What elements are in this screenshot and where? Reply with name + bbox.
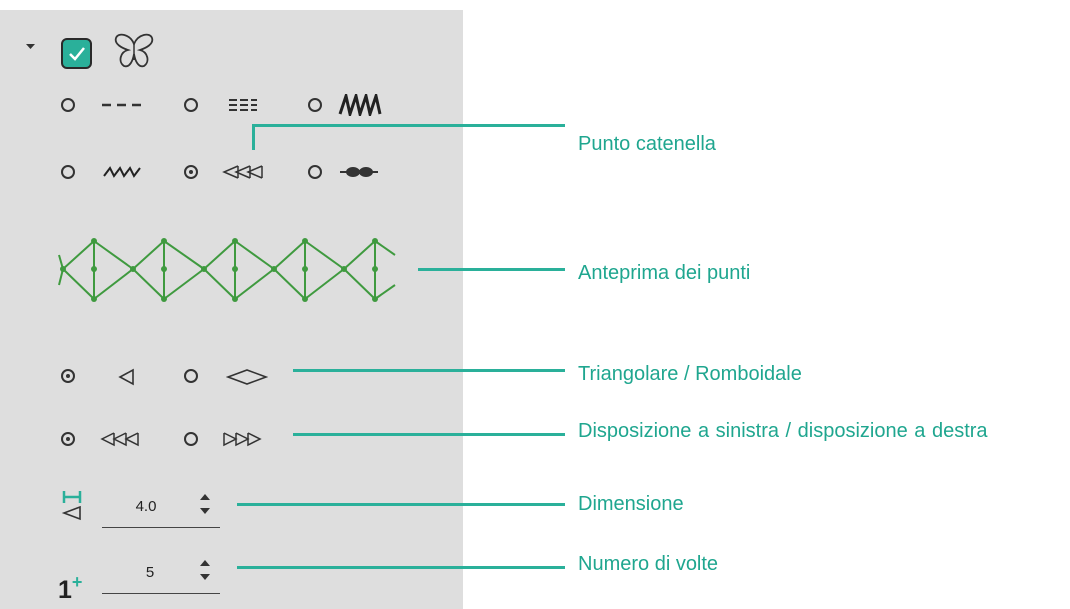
collapse-arrow-icon[interactable] — [25, 42, 37, 52]
times-icon-plus: + — [71, 572, 83, 592]
radio-bean-stitch[interactable] — [308, 165, 322, 179]
arrange-left-icon — [100, 432, 139, 447]
times-icon: 1+ — [58, 567, 82, 605]
butterfly-icon — [114, 33, 154, 68]
callout-arrangement: Disposizione a sinistra / disposizione a… — [578, 420, 988, 442]
callout-line-arrangement — [293, 433, 565, 436]
radio-rhomboid[interactable] — [184, 369, 198, 383]
times-field-underline — [102, 593, 220, 594]
stitch-settings-panel: 4.0 1+ 5 — [0, 10, 463, 609]
callout-line-chain — [253, 124, 565, 127]
enable-checkbox[interactable] — [61, 38, 92, 69]
zigzag-stitch-icon — [103, 166, 141, 178]
rhomboid-icon — [226, 369, 268, 385]
size-down-icon — [200, 508, 210, 514]
times-down-icon — [200, 574, 210, 580]
times-spinner[interactable] — [198, 556, 212, 586]
callout-line-shape — [293, 369, 565, 372]
callout-line-chain-drop — [252, 124, 255, 150]
callout-chain-stitch: Punto catenella — [578, 133, 716, 155]
callout-line-times — [237, 566, 565, 569]
triangle-icon — [118, 368, 134, 386]
times-up-icon — [200, 560, 210, 566]
radio-running-stitch[interactable] — [61, 98, 75, 112]
radio-chain-stitch[interactable] — [184, 165, 198, 179]
size-icon — [61, 491, 82, 521]
callout-line-preview — [418, 268, 565, 271]
radio-arrange-left[interactable] — [61, 432, 75, 446]
triple-stitch-icon — [229, 99, 257, 111]
size-spinner[interactable] — [198, 490, 212, 520]
chain-stitch-icon — [222, 165, 263, 179]
size-value[interactable]: 4.0 — [128, 498, 164, 515]
size-up-icon — [200, 494, 210, 500]
times-value[interactable]: 5 — [132, 564, 168, 581]
callout-shape: Triangolare / Romboidale — [578, 363, 802, 385]
times-icon-digit: 1 — [58, 576, 72, 604]
size-field-underline — [102, 527, 220, 528]
radio-triple-stitch[interactable] — [184, 98, 198, 112]
radio-triangular[interactable] — [61, 369, 75, 383]
arrange-right-icon — [223, 432, 262, 447]
radio-arrange-right[interactable] — [184, 432, 198, 446]
checkmark-icon — [69, 47, 85, 61]
radio-satin-stitch[interactable] — [308, 98, 322, 112]
callout-line-size — [237, 503, 565, 506]
running-stitch-icon — [102, 103, 144, 107]
radio-zigzag-stitch[interactable] — [61, 165, 75, 179]
callout-preview: Anteprima dei punti — [578, 262, 751, 284]
callout-times: Numero di volte — [578, 553, 719, 575]
bean-stitch-icon — [340, 167, 378, 177]
stitch-preview — [58, 238, 396, 302]
callout-size: Dimensione — [578, 493, 684, 515]
satin-stitch-icon — [338, 94, 382, 116]
